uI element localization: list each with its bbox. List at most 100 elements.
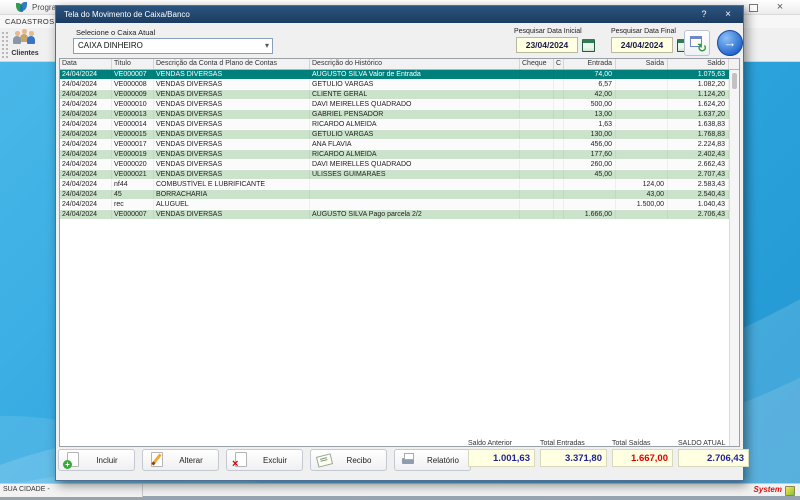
table-row[interactable]: 24/04/2024VE000019VENDAS DIVERSASRICARDO… [60,150,739,160]
table-cell [520,110,554,119]
date-end-input[interactable] [611,37,673,53]
account-select-value: CAIXA DINHEIRO [78,39,143,53]
table-row[interactable]: 24/04/2024recALUGUEL1.500,001.040,43 [60,200,739,210]
refresh-button[interactable]: ↻ [684,30,710,56]
toolbar-item-label: Clientes [6,50,44,57]
table-cell [564,200,616,209]
column-header[interactable]: Saldo [668,59,729,69]
table-row[interactable]: 24/04/2024VE000007VENDAS DIVERSASAUGUSTO… [60,210,739,220]
table-cell: 24/04/2024 [60,100,112,109]
column-header[interactable]: Cheque [520,59,554,69]
table-cell [520,140,554,149]
table-cell: 24/04/2024 [60,180,112,189]
date-end-label: Pesquisar Data Final [611,28,676,35]
table-cell: GETULIO VARGAS [310,130,520,139]
table-cell: CLIENTE GERAL [310,90,520,99]
total-label: SALDO ATUAL [678,440,749,447]
table-cell [520,100,554,109]
alterar-button[interactable]: Alterar [142,449,219,471]
total-label: Total Entradas [540,440,607,447]
table-cell: 43,00 [616,190,668,199]
table-cell: 74,00 [564,70,616,79]
table-cell [616,130,668,139]
table-cell: VENDAS DIVERSAS [154,130,310,139]
table-cell: 45,00 [564,170,616,179]
table-row[interactable]: 24/04/2024VE000015VENDAS DIVERSASGETULIO… [60,130,739,140]
grid-header: DataTituloDescrição da Conta d Plano de … [60,59,739,70]
date-start-label: Pesquisar Data Inicial [514,28,582,35]
calendar-icon[interactable] [582,39,595,52]
toolbar-gripper [2,32,5,58]
table-cell: VE000021 [112,170,154,179]
recibo-button[interactable]: Recibo [310,449,387,471]
table-cell [616,150,668,159]
table-cell [616,120,668,129]
table-cell [520,120,554,129]
go-button[interactable]: → [717,30,743,56]
total-value: 3.371,80 [540,449,607,467]
add-icon [64,452,80,468]
table-cell: VE000007 [112,70,154,79]
table-cell: 24/04/2024 [60,150,112,159]
menu-item-cadastros[interactable]: CADASTROS [5,15,54,28]
table-row[interactable]: 24/04/2024VE000009VENDAS DIVERSASCLIENTE… [60,90,739,100]
help-icon[interactable]: ? [697,6,711,23]
table-cell: RICARDO ALMEIDA [310,150,520,159]
table-row[interactable]: 24/04/2024VE000021VENDAS DIVERSASULISSES… [60,170,739,180]
close-icon[interactable]: × [773,0,787,14]
table-cell [554,110,564,119]
receipt-icon [316,452,332,468]
toolbar-item-clientes[interactable]: Clientes [6,29,44,61]
movement-dialog: Tela do Movimento de Caixa/Banco ? × Sel… [55,5,744,481]
table-cell: nf44 [112,180,154,189]
table-cell: VE000017 [112,140,154,149]
table-cell: 1.500,00 [616,200,668,209]
total-value: 1.667,00 [612,449,673,467]
column-header[interactable]: Descrição do Histórico [310,59,520,69]
column-header[interactable]: Data [60,59,112,69]
relatorio-button[interactable]: Relatório [394,449,471,471]
table-row[interactable]: 24/04/2024VE000013VENDAS DIVERSASGABRIEL… [60,110,739,120]
column-header[interactable]: Titulo [112,59,154,69]
table-row[interactable]: 24/04/2024VE000017VENDAS DIVERSASANA FLA… [60,140,739,150]
dialog-titlebar: Tela do Movimento de Caixa/Banco ? × [56,6,743,23]
table-cell [564,180,616,189]
table-cell: VENDAS DIVERSAS [154,150,310,159]
table-cell: COMBUSTÍVEL E LUBRIFICANTE [154,180,310,189]
table-cell [310,200,520,209]
maximize-icon[interactable] [749,4,758,12]
table-row[interactable]: 24/04/2024VE000007VENDAS DIVERSASAUGUSTO… [60,70,739,80]
table-row[interactable]: 24/04/2024nf44COMBUSTÍVEL E LUBRIFICANTE… [60,180,739,190]
table-row[interactable]: 24/04/2024VE000008VENDAS DIVERSASGETULIO… [60,80,739,90]
table-row[interactable]: 24/04/2024VE000020VENDAS DIVERSASDAVI ME… [60,160,739,170]
table-cell [554,100,564,109]
table-cell [554,160,564,169]
table-cell [520,160,554,169]
excluir-button[interactable]: Excluir [226,449,303,471]
column-header[interactable]: C [554,59,564,69]
delete-icon [232,452,248,468]
close-icon[interactable]: × [721,6,735,23]
incluir-button[interactable]: Incluir [58,449,135,471]
total-label: Total Saídas [612,440,673,447]
table-cell [520,210,554,219]
table-cell: DAVI MEIRELLES QUADRADO [310,100,520,109]
table-row[interactable]: 24/04/202445BORRACHARIA43,002.540,43 [60,190,739,200]
column-header[interactable]: Entrada [564,59,616,69]
account-select[interactable]: CAIXA DINHEIRO ▾ [73,38,273,54]
table-cell: VENDAS DIVERSAS [154,210,310,219]
button-label: Relatório [416,456,470,465]
table-row[interactable]: 24/04/2024VE000010VENDAS DIVERSASDAVI ME… [60,100,739,110]
column-header[interactable]: Saída [616,59,668,69]
scrollbar-thumb[interactable] [732,73,737,89]
account-select-label: Selecione o Caixa Atual [76,28,155,37]
table-cell: VE000008 [112,80,154,89]
vertical-scrollbar[interactable] [729,70,739,446]
column-header[interactable]: Descrição da Conta d Plano de Contas [154,59,310,69]
table-row[interactable]: 24/04/2024VE000014VENDAS DIVERSASRICARDO… [60,120,739,130]
date-start-input[interactable] [516,37,578,53]
arrow-right-icon: → [718,31,742,55]
table-cell [520,150,554,159]
status-brand-icon [785,486,795,496]
table-cell: 24/04/2024 [60,110,112,119]
